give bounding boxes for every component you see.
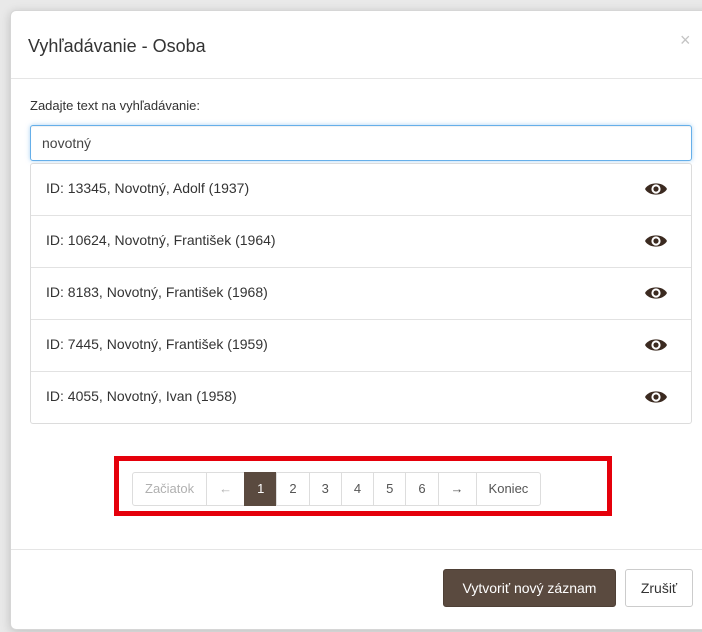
eye-icon[interactable] [644, 284, 668, 302]
create-record-button[interactable]: Vytvoriť nový záznam [443, 569, 616, 607]
pagination-page-4[interactable]: 4 [340, 472, 375, 506]
list-item[interactable]: ID: 13345, Novotný, Adolf (1937) [31, 164, 691, 216]
pagination-page-2[interactable]: 2 [276, 472, 310, 506]
pagination-prev-arrow-icon: ← [206, 472, 246, 506]
pagination-page-5[interactable]: 5 [373, 472, 407, 506]
result-text[interactable]: ID: 10624, Novotný, František (1964) [46, 216, 276, 264]
result-text[interactable]: ID: 8183, Novotný, František (1968) [46, 268, 268, 316]
eye-icon[interactable] [644, 336, 668, 354]
list-item[interactable]: ID: 10624, Novotný, František (1964) [31, 216, 691, 268]
close-icon[interactable]: × [680, 31, 691, 49]
list-item[interactable]: ID: 4055, Novotný, Ivan (1958) [31, 372, 691, 423]
search-label: Zadajte text na vyhľadávanie: [30, 98, 201, 113]
pagination: Začiatok ← 1 2 3 4 5 6 → Koniec [132, 472, 542, 506]
eye-icon[interactable] [644, 232, 668, 250]
cancel-button[interactable]: Zrušiť [625, 569, 693, 607]
result-text[interactable]: ID: 7445, Novotný, František (1959) [46, 320, 268, 368]
result-text[interactable]: ID: 4055, Novotný, Ivan (1958) [46, 372, 237, 420]
list-item[interactable]: ID: 7445, Novotný, František (1959) [31, 320, 691, 372]
pagination-next-arrow-icon[interactable]: → [437, 472, 477, 506]
pagination-highlight: Začiatok ← 1 2 3 4 5 6 → Koniec [114, 456, 612, 516]
pagination-page-3[interactable]: 3 [308, 472, 342, 506]
result-text[interactable]: ID: 13345, Novotný, Adolf (1937) [46, 164, 249, 212]
search-person-dialog: Vyhľadávanie - Osoba × Zadajte text na v… [10, 10, 702, 630]
list-item[interactable]: ID: 8183, Novotný, František (1968) [31, 268, 691, 320]
eye-icon[interactable] [644, 180, 668, 198]
pagination-first: Začiatok [132, 472, 208, 506]
results-list: ID: 13345, Novotný, Adolf (1937) ID: 106… [30, 163, 692, 424]
eye-icon[interactable] [644, 388, 668, 406]
pagination-last[interactable]: Koniec [475, 472, 542, 506]
dialog-footer: Vytvoriť nový záznam Zrušiť [11, 549, 702, 632]
pagination-page-6[interactable]: 6 [405, 472, 439, 506]
pagination-page-1[interactable]: 1 [244, 472, 278, 506]
dialog-header: Vyhľadávanie - Osoba × [11, 11, 702, 79]
dialog-title: Vyhľadávanie - Osoba [28, 36, 206, 56]
search-input[interactable] [30, 125, 692, 161]
